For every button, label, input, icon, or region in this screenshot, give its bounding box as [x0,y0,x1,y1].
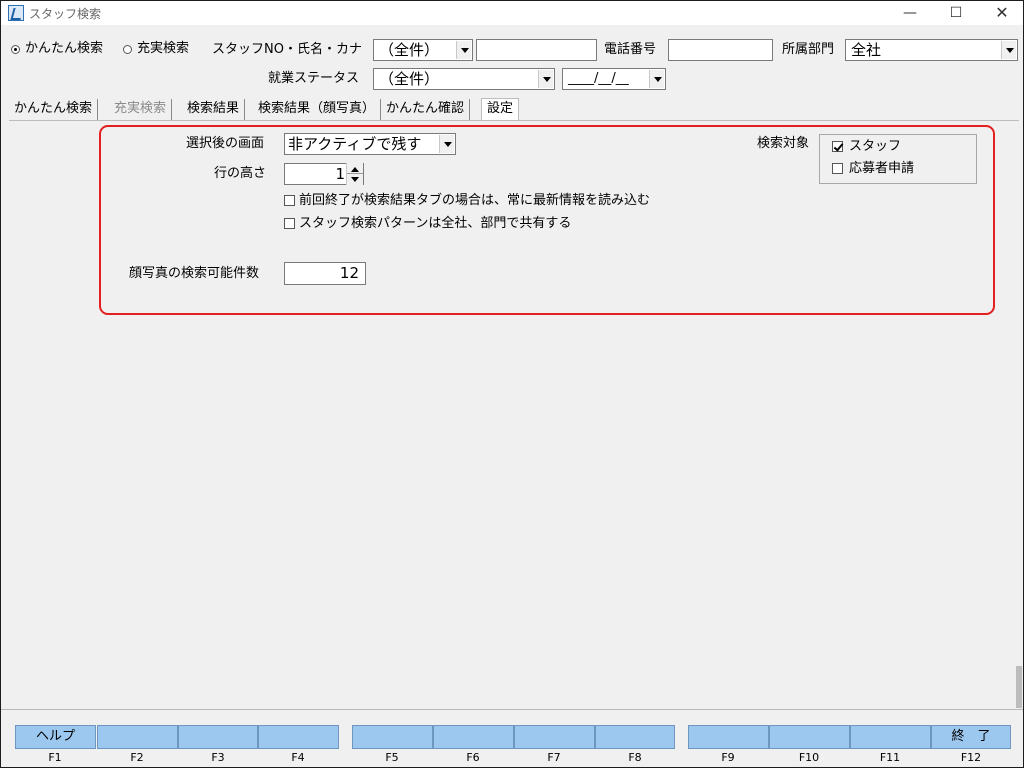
after-select-label: 選択後の画面 [186,136,265,151]
option-share-pattern-label[interactable]: スタッフ検索パターンは全社、部門で共有する [299,216,571,232]
tab-search-results[interactable]: 検索結果 [182,99,246,120]
f1-help-button[interactable]: ヘルプ [15,725,96,749]
f9-button[interactable] [688,725,769,749]
minimize-button[interactable]: — [887,1,933,25]
department-value: 全社 [851,41,882,59]
f10-key-label: F10 [798,751,820,764]
f3-button[interactable] [178,725,258,749]
target-staff-checkbox[interactable] [832,141,843,152]
row-height-label: 行の高さ [214,166,267,181]
chevron-down-icon[interactable] [538,70,553,88]
date-picker[interactable]: ____/__/__ [562,68,666,90]
department-label: 所属部門 [782,42,835,57]
target-applicant-checkbox[interactable] [832,163,843,174]
chevron-down-icon[interactable] [439,135,454,153]
date-value: ____/__/__ [568,71,629,86]
f4-button[interactable] [258,725,339,749]
tab-settings[interactable]: 設定 [481,98,520,120]
radio-easy-search-label[interactable]: かんたん検索 [25,41,103,57]
f8-button[interactable] [595,725,675,749]
staff-field-label: スタッフNO・氏名・カナ [212,42,362,57]
phone-input[interactable] [668,39,773,61]
search-target-label: 検索対象 [757,136,810,151]
employment-status-label: 就業ステータス [268,71,360,86]
app-icon [8,5,24,21]
photo-count-label: 顔写真の検索可能件数 [129,266,260,281]
footer-divider [1,709,1023,710]
spin-up-icon[interactable] [351,167,359,172]
f7-button[interactable] [514,725,595,749]
row-height-value: 1 [335,165,345,183]
option-share-pattern-checkbox[interactable] [284,218,295,229]
tab-full-search[interactable]: 充実検索 [109,99,173,120]
photo-count-input[interactable]: 12 [284,262,366,285]
scrollbar[interactable] [1016,666,1022,708]
f6-key-label: F6 [466,751,480,764]
tab-panel-border [9,120,1019,121]
title-bar: スタッフ検索 — ☐ ✕ [1,1,1023,25]
f11-key-label: F11 [879,751,901,764]
f6-button[interactable] [433,725,514,749]
f1-key-label: F1 [48,751,62,764]
f12-key-label: F12 [960,751,982,764]
department-select[interactable]: 全社 [845,39,1018,61]
tab-easy-search[interactable]: かんたん検索 [9,99,99,120]
f3-key-label: F3 [211,751,225,764]
chevron-down-icon[interactable] [456,41,471,59]
after-select-dropdown[interactable]: 非アクティブで残す [284,133,456,155]
photo-count-value: 12 [339,264,359,282]
employment-status-value: （全件） [379,70,440,88]
option-reload-latest-label[interactable]: 前回終了が検索結果タブの場合は、常に最新情報を読み込む [299,193,650,209]
f11-button[interactable] [850,725,931,749]
f4-key-label: F4 [291,751,305,764]
f8-key-label: F8 [628,751,642,764]
radio-full-search-label[interactable]: 充実検索 [137,41,189,57]
spin-down-icon[interactable] [351,177,359,182]
f5-key-label: F5 [385,751,399,764]
after-select-value: 非アクティブで残す [288,135,422,153]
option-reload-latest-checkbox[interactable] [284,195,295,206]
f2-button[interactable] [97,725,178,749]
tab-easy-confirm[interactable]: かんたん確認 [381,99,471,120]
maximize-button[interactable]: ☐ [933,1,979,25]
target-applicant-label[interactable]: 応募者申請 [849,161,914,177]
window-title: スタッフ検索 [29,7,102,21]
f10-button[interactable] [769,725,850,749]
target-staff-label[interactable]: スタッフ [849,139,901,155]
close-button[interactable]: ✕ [979,1,1024,25]
f9-key-label: F9 [721,751,735,764]
staff-scope-value: （全件） [379,41,440,59]
f7-key-label: F7 [547,751,561,764]
row-height-spin-buttons[interactable] [346,163,363,185]
tab-search-results-photo[interactable]: 検索結果（顔写真） [253,99,382,120]
staff-scope-select[interactable]: （全件） [373,39,473,61]
chevron-down-icon[interactable] [1001,41,1016,59]
phone-label: 電話番号 [604,42,657,57]
chevron-down-icon[interactable] [649,70,664,88]
employment-status-select[interactable]: （全件） [373,68,555,90]
staff-search-window: スタッフ検索 — ☐ ✕ かんたん検索 充実検索 スタッフNO・氏名・カナ （全… [0,0,1024,768]
f5-button[interactable] [352,725,433,749]
radio-full-search[interactable] [123,45,132,54]
f2-key-label: F2 [130,751,144,764]
staff-search-input[interactable] [476,39,597,61]
f12-exit-button[interactable]: 終 了 [931,725,1011,749]
radio-easy-search[interactable] [11,45,20,54]
